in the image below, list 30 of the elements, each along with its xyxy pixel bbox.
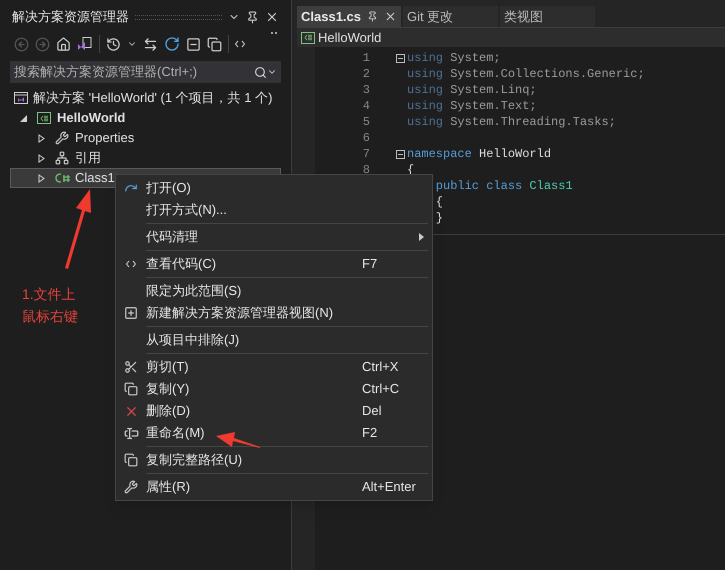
- line-number: 3: [362, 83, 370, 97]
- code-line: using System.Threading.Tasks;: [407, 114, 616, 131]
- shortcut-label: F7: [362, 255, 378, 274]
- code-line: public class Class1: [434, 178, 573, 195]
- code-line: }: [434, 210, 444, 227]
- tree-label: Class1: [75, 169, 115, 188]
- code-line: using System.Collections.Generic;: [407, 66, 645, 83]
- shortcut-label: Del: [362, 402, 383, 420]
- code-line: {: [434, 194, 444, 211]
- tree-label: Properties: [75, 129, 134, 148]
- line-number: 8: [362, 163, 370, 177]
- code-line: namespace HelloWorld: [407, 146, 552, 163]
- annotation-text: 1.文件上 鼠标右键: [22, 285, 78, 326]
- line-number: 6: [362, 131, 370, 145]
- tree-label: 解决方案 'HelloWorld' (1 个项目，共 1 个): [33, 89, 272, 108]
- line-number: 5: [362, 115, 370, 129]
- code-line: using System.Linq;: [407, 82, 537, 99]
- panel-title: 解决方案资源管理器: [12, 8, 129, 26]
- code-line: using System.Text;: [407, 98, 537, 115]
- tree-label: HelloWorld: [57, 109, 126, 128]
- shortcut-label: Ctrl+X: [362, 358, 400, 376]
- code-line: using System;: [407, 50, 501, 67]
- shortcut-label: F2: [362, 424, 378, 442]
- line-number: 4: [362, 99, 370, 113]
- line-number: 2: [362, 67, 370, 81]
- tree-label: 引用: [75, 149, 101, 168]
- shortcut-label: Ctrl+C: [362, 380, 400, 398]
- shortcut-label: Alt+Enter: [362, 478, 417, 496]
- line-number: 7: [362, 147, 370, 161]
- line-number: 1: [362, 51, 370, 65]
